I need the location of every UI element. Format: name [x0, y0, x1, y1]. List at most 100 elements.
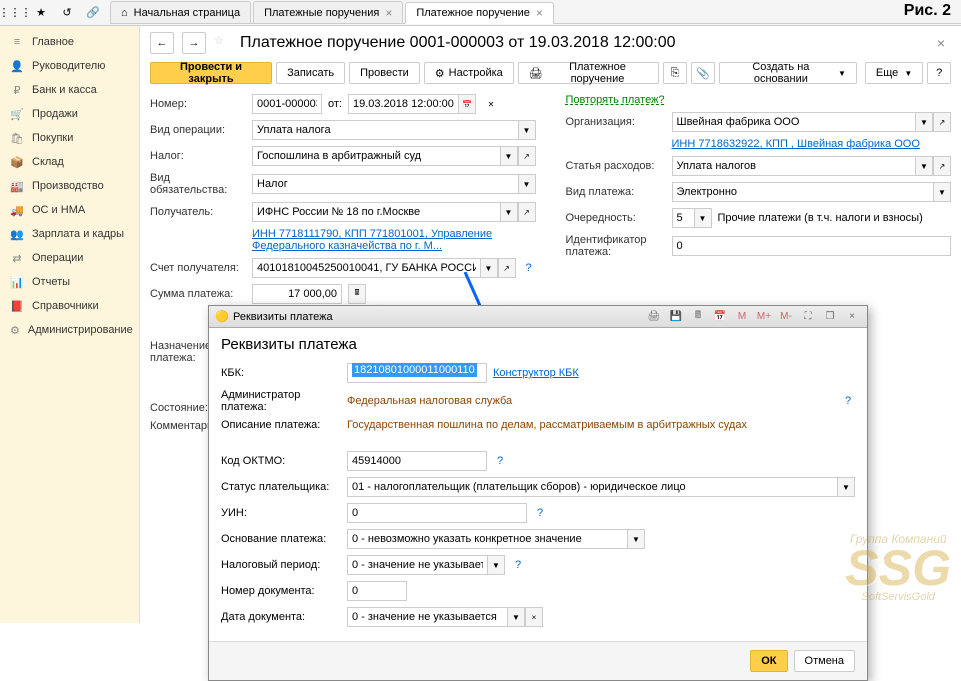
- clear-icon[interactable]: ✕: [482, 94, 500, 114]
- apps-icon[interactable]: ⋮⋮⋮: [4, 3, 26, 23]
- open-icon[interactable]: ↗: [933, 156, 951, 176]
- repeat-link[interactable]: Повторять платеж?: [566, 94, 665, 106]
- m-btn[interactable]: M: [733, 309, 751, 325]
- post-button[interactable]: Провести: [349, 62, 420, 84]
- ok-button[interactable]: ОК: [750, 650, 787, 672]
- link-icon[interactable]: 🔗: [82, 3, 104, 23]
- back-button[interactable]: ←: [150, 32, 174, 54]
- sidebar-item-bank[interactable]: ₽Банк и касса: [0, 78, 139, 102]
- chevron-down-icon[interactable]: ▼: [518, 174, 536, 194]
- sidebar-item-operations[interactable]: ⇄Операции: [0, 246, 139, 270]
- print-button[interactable]: 🖨Платежное поручение: [518, 62, 659, 84]
- calculator-icon[interactable]: 🖩: [348, 284, 366, 304]
- sum-input[interactable]: [252, 284, 342, 304]
- close-icon[interactable]: ×: [843, 309, 861, 325]
- sidebar-item-salary[interactable]: 👥Зарплата и кадры: [0, 222, 139, 246]
- sidebar-item-warehouse[interactable]: 📦Склад: [0, 150, 139, 174]
- attach-button[interactable]: 📎: [691, 62, 715, 84]
- dialog-titlebar[interactable]: 🟡 Реквизиты платежа 🖨 💾 🖩 📅 M M+ M- ⛶ ❐ …: [209, 306, 867, 328]
- id-input[interactable]: [672, 236, 952, 256]
- open-icon[interactable]: ↗: [518, 146, 536, 166]
- chevron-down-icon[interactable]: ▼: [627, 529, 645, 549]
- calendar-icon[interactable]: 📅: [711, 309, 729, 325]
- number-input[interactable]: [252, 94, 322, 114]
- sidebar-item-production[interactable]: 🏭Производство: [0, 174, 139, 198]
- more-button[interactable]: Еще▼: [865, 62, 923, 84]
- window-icon[interactable]: ❐: [821, 309, 839, 325]
- tab-home[interactable]: ⌂ Начальная страница: [110, 1, 251, 23]
- chevron-down-icon[interactable]: ▼: [480, 258, 498, 278]
- tab-orders[interactable]: Платежные поручения ×: [253, 1, 403, 23]
- post-close-button[interactable]: Провести и закрыть: [150, 62, 272, 84]
- help-icon[interactable]: ?: [511, 559, 525, 571]
- history-icon[interactable]: ↺: [56, 3, 78, 23]
- liability-select[interactable]: [252, 174, 518, 194]
- account-select[interactable]: [252, 258, 480, 278]
- chevron-down-icon[interactable]: ▼: [915, 112, 933, 132]
- inn-link[interactable]: ИНН 7718632922, КПП , Швейная фабрика ОО…: [672, 138, 920, 150]
- expense-select[interactable]: [672, 156, 916, 176]
- tax-select[interactable]: [252, 146, 500, 166]
- register-button[interactable]: ⎘: [663, 62, 687, 84]
- sidebar-item-refs[interactable]: 📕Справочники: [0, 294, 139, 318]
- help-button[interactable]: ?: [927, 62, 951, 84]
- star-icon[interactable]: ★: [30, 3, 52, 23]
- settings-button[interactable]: ⚙Настройка: [424, 62, 514, 84]
- uin-input[interactable]: [347, 503, 527, 523]
- sidebar-item-admin[interactable]: ⚙Администрирование: [0, 318, 139, 342]
- close-icon[interactable]: ×: [536, 6, 543, 20]
- create-based-button[interactable]: Создать на основании▼: [719, 62, 857, 84]
- chevron-down-icon[interactable]: ▼: [915, 156, 933, 176]
- period-select[interactable]: [347, 555, 487, 575]
- org-select[interactable]: [672, 112, 916, 132]
- write-button[interactable]: Записать: [276, 62, 345, 84]
- clear-icon[interactable]: ×: [525, 607, 543, 627]
- calc-icon[interactable]: 🖩: [689, 309, 707, 325]
- save-icon[interactable]: 💾: [667, 309, 685, 325]
- order-input[interactable]: [672, 208, 694, 228]
- sidebar-item-manager[interactable]: 👤Руководителю: [0, 54, 139, 78]
- help-icon[interactable]: ?: [533, 507, 547, 519]
- print-icon[interactable]: 🖨: [645, 309, 663, 325]
- kbk-constructor-link[interactable]: Конструктор КБК: [493, 367, 579, 379]
- op-type-select[interactable]: [252, 120, 518, 140]
- help-icon[interactable]: ?: [841, 395, 855, 407]
- chevron-down-icon[interactable]: ▼: [500, 146, 518, 166]
- status-select[interactable]: [347, 477, 837, 497]
- forward-button[interactable]: →: [182, 32, 206, 54]
- chevron-down-icon[interactable]: ▼: [487, 555, 505, 575]
- maximize-icon[interactable]: ⛶: [799, 309, 817, 325]
- help-icon[interactable]: ?: [522, 262, 536, 274]
- date-input[interactable]: [348, 94, 458, 114]
- chevron-down-icon[interactable]: ▼: [500, 202, 518, 222]
- open-icon[interactable]: ↗: [498, 258, 516, 278]
- m-plus-btn[interactable]: M+: [755, 309, 773, 325]
- favorite-icon[interactable]: ☆: [214, 34, 232, 52]
- calendar-icon[interactable]: 📅: [458, 94, 476, 114]
- chevron-down-icon[interactable]: ▼: [933, 182, 951, 202]
- chevron-down-icon[interactable]: ▼: [837, 477, 855, 497]
- sidebar-item-main[interactable]: ≡Главное: [0, 30, 139, 54]
- docdate-select[interactable]: [347, 607, 507, 627]
- sidebar-item-purchases[interactable]: 🛍Покупки: [0, 126, 139, 150]
- tab-order[interactable]: Платежное поручение ×: [405, 2, 554, 24]
- close-icon[interactable]: ×: [385, 6, 392, 20]
- close-page-button[interactable]: ×: [931, 33, 951, 53]
- recipient-details-link[interactable]: ИНН 7718111790, КПП 771801001, Управлени…: [252, 228, 536, 252]
- help-icon[interactable]: ?: [493, 455, 507, 467]
- sidebar-item-sales[interactable]: 🛒Продажи: [0, 102, 139, 126]
- cancel-button[interactable]: Отмена: [794, 650, 855, 672]
- chevron-down-icon[interactable]: ▼: [694, 208, 712, 228]
- open-icon[interactable]: ↗: [518, 202, 536, 222]
- chevron-down-icon[interactable]: ▼: [507, 607, 525, 627]
- pay-kind-select[interactable]: [672, 182, 934, 202]
- oktmo-input[interactable]: [347, 451, 487, 471]
- open-icon[interactable]: ↗: [933, 112, 951, 132]
- chevron-down-icon[interactable]: ▼: [518, 120, 536, 140]
- sidebar-item-assets[interactable]: 🚚ОС и НМА: [0, 198, 139, 222]
- m-minus-btn[interactable]: M-: [777, 309, 795, 325]
- docnum-input[interactable]: [347, 581, 407, 601]
- kbk-input[interactable]: 18210801000011000110: [347, 363, 487, 383]
- recipient-select[interactable]: [252, 202, 500, 222]
- basis-select[interactable]: [347, 529, 627, 549]
